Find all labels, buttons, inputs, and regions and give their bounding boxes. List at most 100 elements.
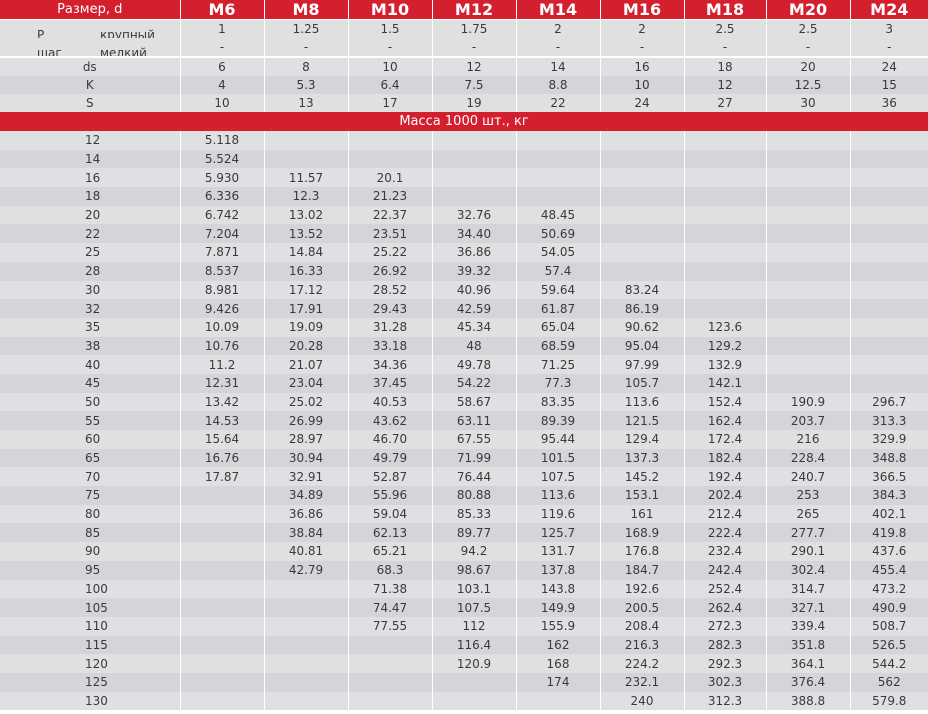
mass-value-cell: 351.8 [765, 635, 850, 655]
mass-value-cell: 216 [765, 430, 850, 449]
mass-value-cell [179, 691, 264, 711]
mass-value-cell: 33.18 [347, 336, 432, 356]
mass-value-cell [515, 168, 600, 188]
table-row: 75 34.89 55.96 80.88 113.6 153.1 202.4 253 384.3 [0, 486, 928, 505]
mass-value-cell: 45.34 [431, 317, 516, 337]
mass-value-cell: 105.7 [599, 373, 684, 393]
table-row: 28 8.537 16.33 26.92 39.32 57.4 [0, 261, 928, 281]
mass-value-cell [599, 224, 684, 244]
table-row: 65 16.76 30.94 49.79 71.99 101.5 137.3 182.4 228… [0, 448, 928, 468]
length-cell: 110 [0, 616, 180, 636]
mass-value-cell: 59.64 [515, 280, 600, 300]
size-m12: M12 [431, 0, 516, 20]
mass-value-cell: 200.5 [599, 598, 684, 617]
dim-value: 6.4 [347, 76, 432, 94]
mass-value-cell [599, 149, 684, 169]
mass-value-cell: 190.9 [765, 392, 850, 412]
mass-value-cell: 16.76 [179, 448, 264, 468]
table-row: 12 5.118 [0, 131, 928, 150]
dim-value: 36 [849, 94, 928, 112]
table-row: 120 120.9 168 224.2 292.3 364.1 544.2 [0, 654, 928, 673]
dim-value: 8.8 [515, 76, 600, 94]
mass-value-cell: 85.33 [431, 504, 516, 524]
length-cell: 95 [0, 560, 180, 580]
mass-value-cell [683, 187, 766, 206]
bolt-mass-table: Размер, d M6 M8 M10 M12 M14 M16 M18 M20 … [0, 0, 928, 711]
mass-value-cell [431, 131, 516, 150]
mass-value-cell: 57.4 [515, 261, 600, 281]
mass-value-cell: 103.1 [431, 579, 516, 599]
mass-value-cell: 54.22 [431, 373, 516, 393]
mass-value-cell: 113.6 [599, 392, 684, 412]
mass-value-cell: 23.04 [263, 373, 348, 393]
mass-value-cell: 508.7 [849, 616, 928, 636]
mass-value-cell [849, 187, 928, 206]
mass-value-cell: 90.62 [599, 317, 684, 337]
mass-value-cell: 25.22 [347, 243, 432, 262]
length-cell: 30 [0, 280, 180, 300]
mass-value-cell [683, 149, 766, 169]
mass-value-cell [765, 355, 850, 374]
mass-value-cell: 71.25 [515, 355, 600, 374]
mass-value-cell [683, 131, 766, 150]
length-cell: 40 [0, 355, 180, 374]
mass-value-cell [683, 243, 766, 262]
mass-value-cell: 71.38 [347, 579, 432, 599]
mass-value-cell: 80.88 [431, 486, 516, 505]
mass-value-cell [179, 616, 264, 636]
mass-value-cell: 21.23 [347, 187, 432, 206]
length-cell: 115 [0, 635, 180, 655]
size-m16: M16 [599, 0, 684, 20]
mass-value-cell: 212.4 [683, 504, 766, 524]
mass-value-cell: 272.3 [683, 616, 766, 636]
mass-value-cell: 71.99 [431, 448, 516, 468]
mass-value-cell: 5.524 [179, 149, 264, 169]
pitch-coarse-value: 2 [599, 19, 684, 38]
mass-value-cell: 348.8 [849, 448, 928, 468]
mass-value-cell [599, 243, 684, 262]
dim-value: 22 [515, 94, 600, 112]
mass-value-cell: 153.1 [599, 486, 684, 505]
mass-value-cell: 290.1 [765, 542, 850, 561]
dim-value: 20 [765, 58, 850, 76]
mass-value-cell: 95.44 [515, 430, 600, 449]
pitch-p-label: P [37, 28, 45, 38]
mass-value-cell: 329.9 [849, 430, 928, 449]
mass-value-cell: 32.76 [431, 205, 516, 225]
table-row: 32 9.426 17.91 29.43 42.59 61.87 86.19 [0, 299, 928, 318]
mass-value-cell: 68.59 [515, 336, 600, 356]
mass-value-cell [849, 280, 928, 300]
table-row: 55 14.53 26.99 43.62 63.11 89.39 121.5 162.4 203… [0, 411, 928, 430]
length-cell: 50 [0, 392, 180, 412]
mass-value-cell [683, 205, 766, 225]
mass-value-cell: 34.40 [431, 224, 516, 244]
length-cell: 55 [0, 411, 180, 430]
mass-value-cell: 149.9 [515, 598, 600, 617]
mass-value-cell: 224.2 [599, 654, 684, 673]
mass-value-cell [431, 168, 516, 188]
dim-value: 10 [347, 58, 432, 76]
mass-value-cell: 34.36 [347, 355, 432, 374]
pitch-coarse-value: 1.5 [347, 19, 432, 38]
mass-value-cell: 143.8 [515, 579, 600, 599]
pitch-coarse-value: 1.75 [431, 19, 516, 38]
mass-value-cell: 419.8 [849, 523, 928, 543]
mass-value-cell: 277.7 [765, 523, 850, 543]
mass-value-cell: 455.4 [849, 560, 928, 580]
mass-value-cell: 10.76 [179, 336, 264, 356]
length-cell: 75 [0, 486, 180, 505]
mass-value-cell [849, 261, 928, 281]
length-cell: 65 [0, 448, 180, 468]
mass-value-cell [599, 261, 684, 281]
mass-value-cell: 98.67 [431, 560, 516, 580]
mass-value-cell: 388.8 [765, 691, 850, 711]
mass-value-cell: 10.09 [179, 317, 264, 337]
pitch-coarse-value: 3 [849, 19, 928, 38]
mass-value-cell: 40.81 [263, 542, 348, 561]
mass-value-cell: 32.91 [263, 467, 348, 487]
mass-value-cell: 339.4 [765, 616, 850, 636]
dim-value: 5.3 [263, 76, 348, 94]
mass-value-cell: 203.7 [765, 411, 850, 430]
mass-value-cell [765, 243, 850, 262]
mass-value-cell: 176.8 [599, 542, 684, 561]
